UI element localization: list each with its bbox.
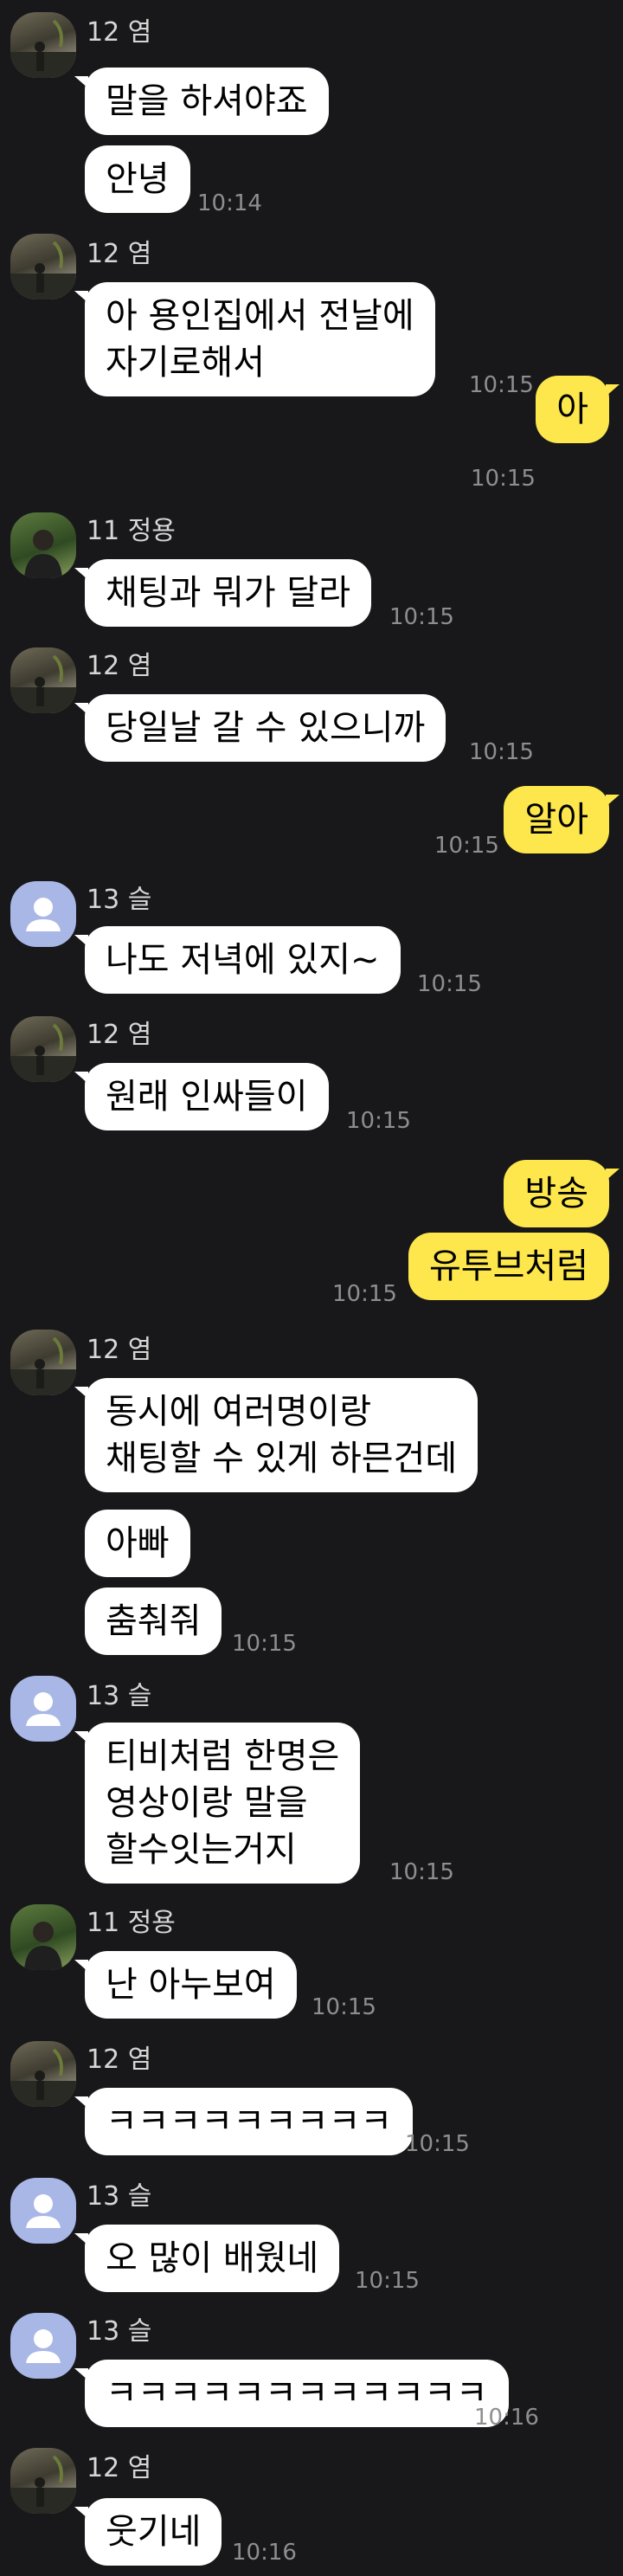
sender-name: 12 염 [87, 1020, 152, 1050]
message-bubble[interactable]: 채팅과 뭐가 달라 [74, 559, 372, 627]
avatar-yeom-icon[interactable] [10, 1016, 76, 1082]
message-bubble[interactable]: 당일날 갈 수 있으니까 [74, 694, 446, 762]
avatar-jeongyong-icon[interactable] [10, 512, 76, 578]
message-bubble-outgoing[interactable]: 유투브처럼 [408, 1233, 609, 1300]
message-bubble[interactable]: 난 아누보여 [74, 1951, 297, 2019]
message-timestamp: 10:15 [389, 1859, 454, 1885]
avatar-yeom-icon[interactable] [10, 234, 76, 299]
message-timestamp: 10:15 [471, 466, 536, 492]
avatar-yeom-icon[interactable] [10, 2448, 76, 2514]
message-timestamp: 10:15 [434, 833, 499, 859]
message-timestamp: 10:15 [346, 1108, 411, 1134]
sender-name: 13 슬 [87, 2181, 152, 2212]
avatar-seul-icon[interactable] [10, 2178, 76, 2244]
sender-name: 12 염 [87, 2045, 152, 2075]
message-timestamp: 10:15 [355, 2268, 420, 2294]
message-timestamp: 10:15 [469, 739, 534, 765]
message-bubble[interactable]: ㅋㅋㅋㅋㅋㅋㅋㅋㅋㅋㅋㅋ [74, 2360, 509, 2427]
message-bubble[interactable]: 웃기네 [74, 2498, 222, 2566]
message-timestamp: 10:15 [417, 971, 482, 997]
message-timestamp: 10:15 [405, 2131, 470, 2157]
sender-name: 11 정용 [87, 1908, 176, 1938]
sender-name: 12 염 [87, 239, 152, 269]
message-bubble[interactable]: 티비처럼 한명은 영상이랑 말을 할수잇는거지 [74, 1723, 361, 1884]
avatar-seul-icon[interactable] [10, 1676, 76, 1742]
chat-message-list[interactable]: 12 염 말을 하셔야죠 안녕 10:14 12 염 아 용인집에서 전날에 자… [0, 0, 623, 2576]
sender-name: 12 염 [87, 1335, 152, 1365]
message-bubble[interactable]: ㅋㅋㅋㅋㅋㅋㅋㅋㅋ [74, 2088, 414, 2155]
message-bubble[interactable]: 춤춰줘 [85, 1587, 222, 1655]
message-bubble[interactable]: 아 용인집에서 전날에 자기로해서 [74, 282, 435, 396]
avatar-jeongyong-icon[interactable] [10, 1904, 76, 1970]
avatar-seul-icon[interactable] [10, 2313, 76, 2379]
message-bubble[interactable]: 동시에 여러명이랑 채팅할 수 있게 하믄건데 [74, 1378, 478, 1492]
message-timestamp: 10:16 [474, 2405, 539, 2431]
avatar-yeom-icon[interactable] [10, 2041, 76, 2107]
message-timestamp: 10:15 [232, 1631, 297, 1657]
sender-name: 13 슬 [87, 885, 152, 915]
message-timestamp: 10:15 [389, 604, 454, 630]
message-bubble[interactable]: 나도 저녁에 있지~ [74, 926, 401, 994]
message-timestamp: 10:15 [312, 1994, 376, 2020]
message-bubble[interactable]: 아빠 [85, 1510, 190, 1577]
sender-name: 12 염 [87, 651, 152, 681]
avatar-yeom-icon[interactable] [10, 12, 76, 78]
sender-name: 11 정용 [87, 516, 176, 546]
message-bubble-outgoing[interactable]: 방송 [504, 1160, 620, 1227]
sender-name: 12 염 [87, 2453, 152, 2483]
message-bubble[interactable]: 말을 하셔야죠 [74, 68, 329, 135]
message-bubble-outgoing[interactable]: 알아 [504, 786, 620, 853]
message-bubble[interactable]: 원래 인싸들이 [74, 1063, 329, 1130]
message-timestamp: 10:15 [469, 372, 534, 398]
sender-name: 13 슬 [87, 2316, 152, 2347]
sender-name: 12 염 [87, 17, 152, 48]
message-bubble[interactable]: 안녕 [85, 145, 190, 213]
sender-name: 13 슬 [87, 1681, 152, 1711]
message-bubble-outgoing[interactable]: 아 [536, 376, 620, 443]
message-timestamp: 10:15 [332, 1281, 397, 1307]
message-timestamp: 10:14 [197, 190, 262, 216]
avatar-seul-icon[interactable] [10, 881, 76, 947]
message-timestamp: 10:16 [232, 2540, 297, 2566]
avatar-yeom-icon[interactable] [10, 647, 76, 713]
avatar-yeom-icon[interactable] [10, 1330, 76, 1395]
message-bubble[interactable]: 오 많이 배웠네 [74, 2225, 340, 2292]
